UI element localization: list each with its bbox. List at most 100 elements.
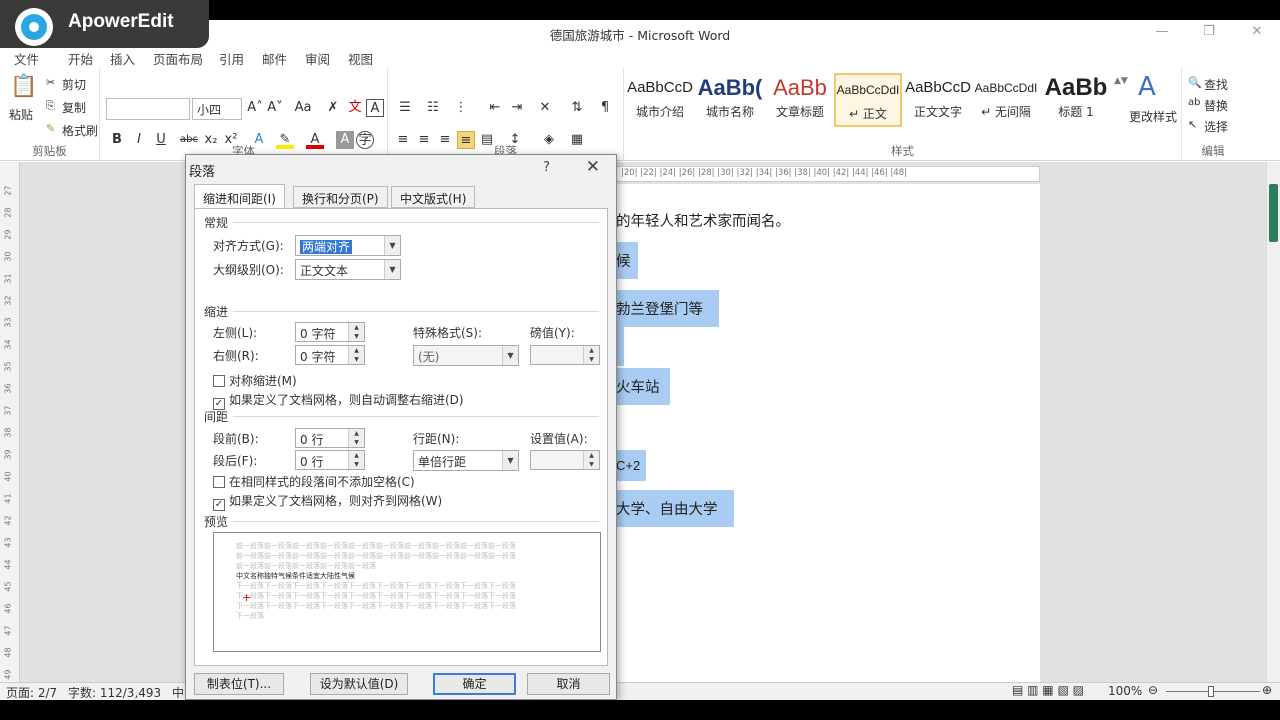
checkbox-box[interactable] xyxy=(213,375,225,387)
cut-button[interactable]: 剪切 xyxy=(62,76,86,93)
tab-view[interactable]: 视图 xyxy=(348,49,373,68)
styles-scroll-icon[interactable]: ▲▼ xyxy=(1114,76,1128,86)
show-marks-icon[interactable]: ¶ xyxy=(596,99,614,117)
zoom-slider-thumb[interactable] xyxy=(1208,686,1214,697)
styles-group-label: 样式 xyxy=(891,144,914,158)
tab-insert[interactable]: 插入 xyxy=(110,49,135,68)
by-spinner[interactable]: ▲ ▼ xyxy=(530,345,600,365)
restore-icon[interactable]: ❐ xyxy=(1199,24,1219,39)
style-sample: AaBbCcD xyxy=(905,79,971,96)
tab-indents-spacing[interactable]: 缩进和间距(I) xyxy=(194,184,285,208)
style-sample: AaBb xyxy=(1044,74,1108,101)
mirror-indent-checkbox[interactable]: 对称缩进(M) xyxy=(213,372,297,389)
alignment-select[interactable]: 两端对齐 ▼ xyxy=(295,235,401,256)
space-before-spinner[interactable]: 0 行 ▲ ▼ xyxy=(295,428,365,448)
outline-level-select[interactable]: 正文文本 ▼ xyxy=(295,259,401,280)
vertical-scrollbar[interactable] xyxy=(1266,162,1280,682)
style-body-text[interactable]: AaBbCcD 正文文字 xyxy=(904,73,972,127)
word-count[interactable]: 字数: 112/3,493 xyxy=(68,684,161,700)
tab-home[interactable]: 开始 xyxy=(68,49,93,68)
change-styles-button[interactable]: 更改样式 xyxy=(1129,108,1177,125)
snap-to-grid-checkbox[interactable]: ✓ 如果定义了文档网格，则对齐到网格(W) xyxy=(213,492,442,511)
document-page[interactable]: 的年轻人和艺术家而闻名。 候 勃兰登堡门等 火车站 C+2 大学、自由大学 xyxy=(616,184,1040,682)
tab-asian-typography[interactable]: 中文版式(H) xyxy=(391,186,476,208)
left-indent-spinner[interactable]: 0 字符 ▲ ▼ xyxy=(295,322,365,342)
zoom-level[interactable]: 100% xyxy=(1108,684,1142,698)
close-icon[interactable]: ✕ xyxy=(1247,24,1267,39)
spin-arrows-icon[interactable]: ▲ ▼ xyxy=(583,451,599,469)
find-button[interactable]: 查找 xyxy=(1204,76,1228,93)
tab-line-page-breaks[interactable]: 换行和分页(P) xyxy=(293,186,388,208)
page-count[interactable]: 页面: 2/7 xyxy=(6,684,57,700)
shrink-font-icon[interactable]: A˅ xyxy=(266,99,284,117)
auto-adjust-indent-checkbox[interactable]: ✓ 如果定义了文档网格，则自动调整右缩进(D) xyxy=(213,391,464,410)
ok-button[interactable]: 确定 xyxy=(433,673,516,695)
preview-next-paragraph-end: 下一段落 xyxy=(236,612,264,620)
style-city-intro[interactable]: AaBbCcD 城市介绍 xyxy=(626,73,694,127)
font-size-combo[interactable]: 小四 xyxy=(192,98,242,120)
tab-mailings[interactable]: 邮件 xyxy=(262,49,287,68)
format-painter-button[interactable]: 格式刷 xyxy=(62,122,98,139)
decrease-indent-icon[interactable]: ⇤ xyxy=(486,99,504,117)
style-city-name[interactable]: AaBb( 城市名称 xyxy=(696,73,764,127)
chinese-layout-icon[interactable]: ✕ xyxy=(536,99,554,117)
set-default-button[interactable]: 设为默认值(D) xyxy=(310,673,408,695)
ruler-tick-label: 33 xyxy=(3,317,13,328)
no-space-same-style-checkbox[interactable]: 在相同样式的段落间不添加空格(C) xyxy=(213,473,415,490)
chevron-down-icon: ▼ xyxy=(502,346,518,365)
outline-level-value: 正文文本 xyxy=(300,264,349,278)
paste-button[interactable]: 粘贴 xyxy=(9,106,33,123)
tabs-button[interactable]: 制表位(T)... xyxy=(194,673,284,695)
dialog-close-icon[interactable]: ✕ xyxy=(586,157,600,177)
ruler-tick-label: 38 xyxy=(3,427,13,438)
style-name: 城市名称 xyxy=(705,105,754,119)
line-spacing-select[interactable]: 单倍行距 ▼ xyxy=(413,450,519,471)
tab-page-layout[interactable]: 页面布局 xyxy=(153,49,203,68)
font-name-combo[interactable] xyxy=(106,98,190,120)
help-icon[interactable]: ? xyxy=(543,160,550,175)
spin-arrows-icon[interactable]: ▲ ▼ xyxy=(348,323,364,341)
language-indicator[interactable]: 中 xyxy=(172,684,184,700)
multilevel-list-icon[interactable]: ⋮ xyxy=(452,99,470,117)
tab-review[interactable]: 审阅 xyxy=(305,49,330,68)
checkbox-box[interactable] xyxy=(213,476,225,488)
increase-indent-icon[interactable]: ⇥ xyxy=(508,99,526,117)
grow-font-icon[interactable]: A˄ xyxy=(246,99,264,117)
copy-button[interactable]: 复制 xyxy=(62,99,86,116)
sort-icon[interactable]: ⇅ xyxy=(568,99,586,117)
bullets-icon[interactable]: ☰ xyxy=(396,99,414,117)
scroll-thumb[interactable] xyxy=(1269,184,1278,242)
clear-format-icon[interactable]: ✗ xyxy=(324,99,342,117)
style-normal[interactable]: AaBbCcDdI ↵ 正文 xyxy=(834,73,902,127)
divider xyxy=(233,222,599,223)
paragraph-group: ☰ ☷ ⋮ ⇤ ⇥ ✕ ⇅ ¶ ≡ ≡ ≡ ≡ ▤ ↕ ◈ ▦ 段落 xyxy=(388,68,624,161)
spin-arrows-icon[interactable]: ▲ ▼ xyxy=(348,451,364,469)
style-no-spacing[interactable]: AaBbCcDdI ↵ 无间隔 xyxy=(972,73,1040,127)
tab-file[interactable]: 文件 xyxy=(14,49,39,68)
spin-arrows-icon[interactable]: ▲ ▼ xyxy=(583,346,599,364)
numbering-icon[interactable]: ☷ xyxy=(424,99,442,117)
change-case-icon[interactable]: Aa xyxy=(294,99,312,117)
spin-arrows-icon[interactable]: ▲ ▼ xyxy=(348,346,364,364)
checkmark-icon[interactable]: ✓ xyxy=(213,499,225,511)
tab-references[interactable]: 引用 xyxy=(219,49,244,68)
zoom-in-icon[interactable]: ⊕ xyxy=(1262,683,1272,697)
paste-icon[interactable]: 📋 xyxy=(10,74,37,99)
view-buttons-icon[interactable]: ▤ ▥ ▦ ▧ ▨ xyxy=(1012,683,1084,697)
phonetic-guide-icon[interactable]: 文 xyxy=(346,99,364,117)
minimize-icon[interactable]: — xyxy=(1152,24,1172,39)
select-button[interactable]: 选择 xyxy=(1204,118,1228,135)
style-article-title[interactable]: AaBb 文章标题 xyxy=(766,73,834,127)
spin-arrows-icon[interactable]: ▲ ▼ xyxy=(348,429,364,447)
space-after-spinner[interactable]: 0 行 ▲ ▼ xyxy=(295,450,365,470)
char-border-icon[interactable]: A xyxy=(366,99,384,117)
ruler-tick-label: 40 xyxy=(3,471,13,482)
replace-button[interactable]: 替换 xyxy=(1204,97,1228,114)
at-spinner[interactable]: ▲ ▼ xyxy=(530,450,600,470)
special-indent-select[interactable]: (无) ▼ xyxy=(413,345,519,366)
apoweredit-watermark: ApowerEdit xyxy=(0,0,209,48)
style-heading-1[interactable]: AaBb 标题 1 xyxy=(1042,73,1110,127)
zoom-out-icon[interactable]: ⊖ xyxy=(1148,683,1158,697)
right-indent-spinner[interactable]: 0 字符 ▲ ▼ xyxy=(295,345,365,365)
cancel-button[interactable]: 取消 xyxy=(527,673,610,695)
